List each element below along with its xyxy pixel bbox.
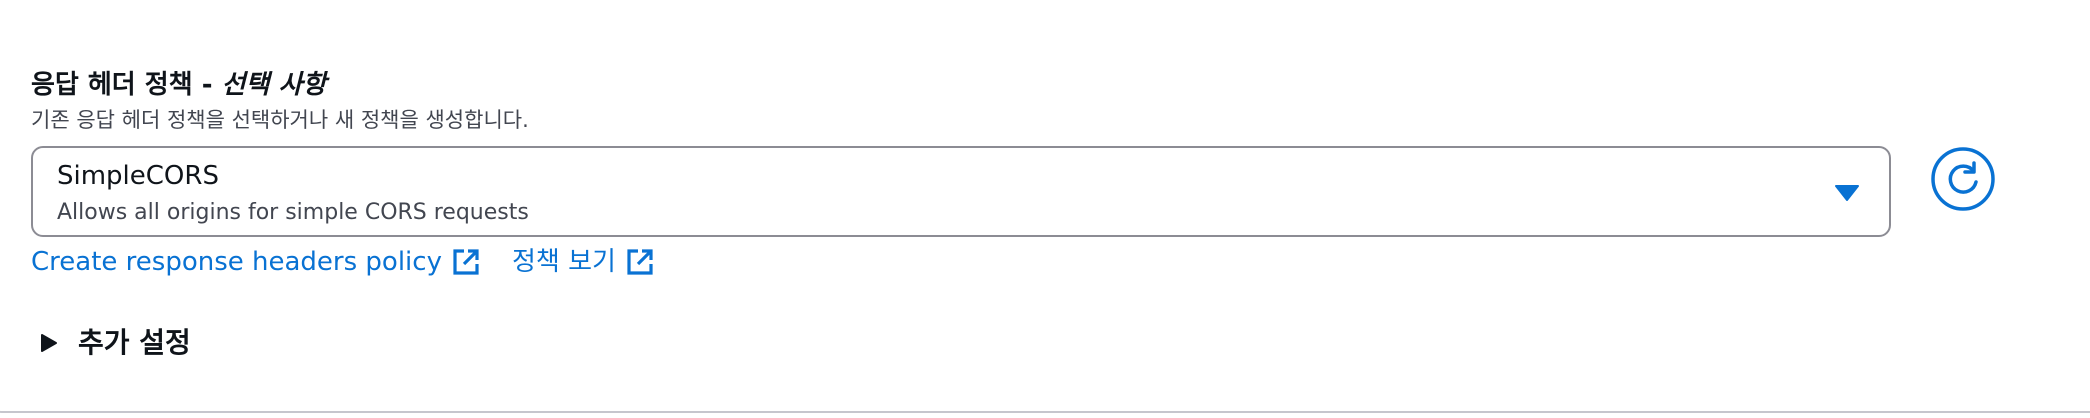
external-link-icon [627, 249, 653, 275]
field-optional-label: 선택 사항 [221, 70, 327, 100]
policy-links: Create response headers policy 정책 보기 [31, 244, 654, 280]
create-policy-link-text: Create response headers policy [31, 247, 442, 277]
create-response-headers-policy-link[interactable]: Create response headers policy [31, 244, 480, 280]
external-link-icon [453, 249, 479, 275]
additional-settings-label: 추가 설정 [78, 326, 191, 359]
caret-down-icon [1835, 185, 1859, 201]
caret-right-icon [41, 334, 57, 352]
response-headers-policy-select[interactable]: SimpleCORS Allows all origins for simple… [31, 146, 1891, 237]
refresh-button[interactable] [1929, 145, 1997, 213]
refresh-icon [1931, 147, 1995, 211]
field-label-separator: - [201, 70, 213, 100]
additional-settings-expander[interactable]: 추가 설정 [40, 325, 191, 361]
selected-option-description: Allows all origins for simple CORS reque… [57, 200, 529, 225]
selected-option-title: SimpleCORS [57, 161, 219, 191]
field-label: 응답 헤더 정책 - 선택 사항 [31, 68, 326, 102]
field-description: 기존 응답 헤더 정책을 선택하거나 새 정책을 생성합니다. [31, 108, 529, 132]
view-policy-link[interactable]: 정책 보기 [512, 244, 654, 280]
view-policy-link-text: 정책 보기 [511, 247, 616, 277]
field-label-text: 응답 헤더 정책 [31, 70, 193, 100]
